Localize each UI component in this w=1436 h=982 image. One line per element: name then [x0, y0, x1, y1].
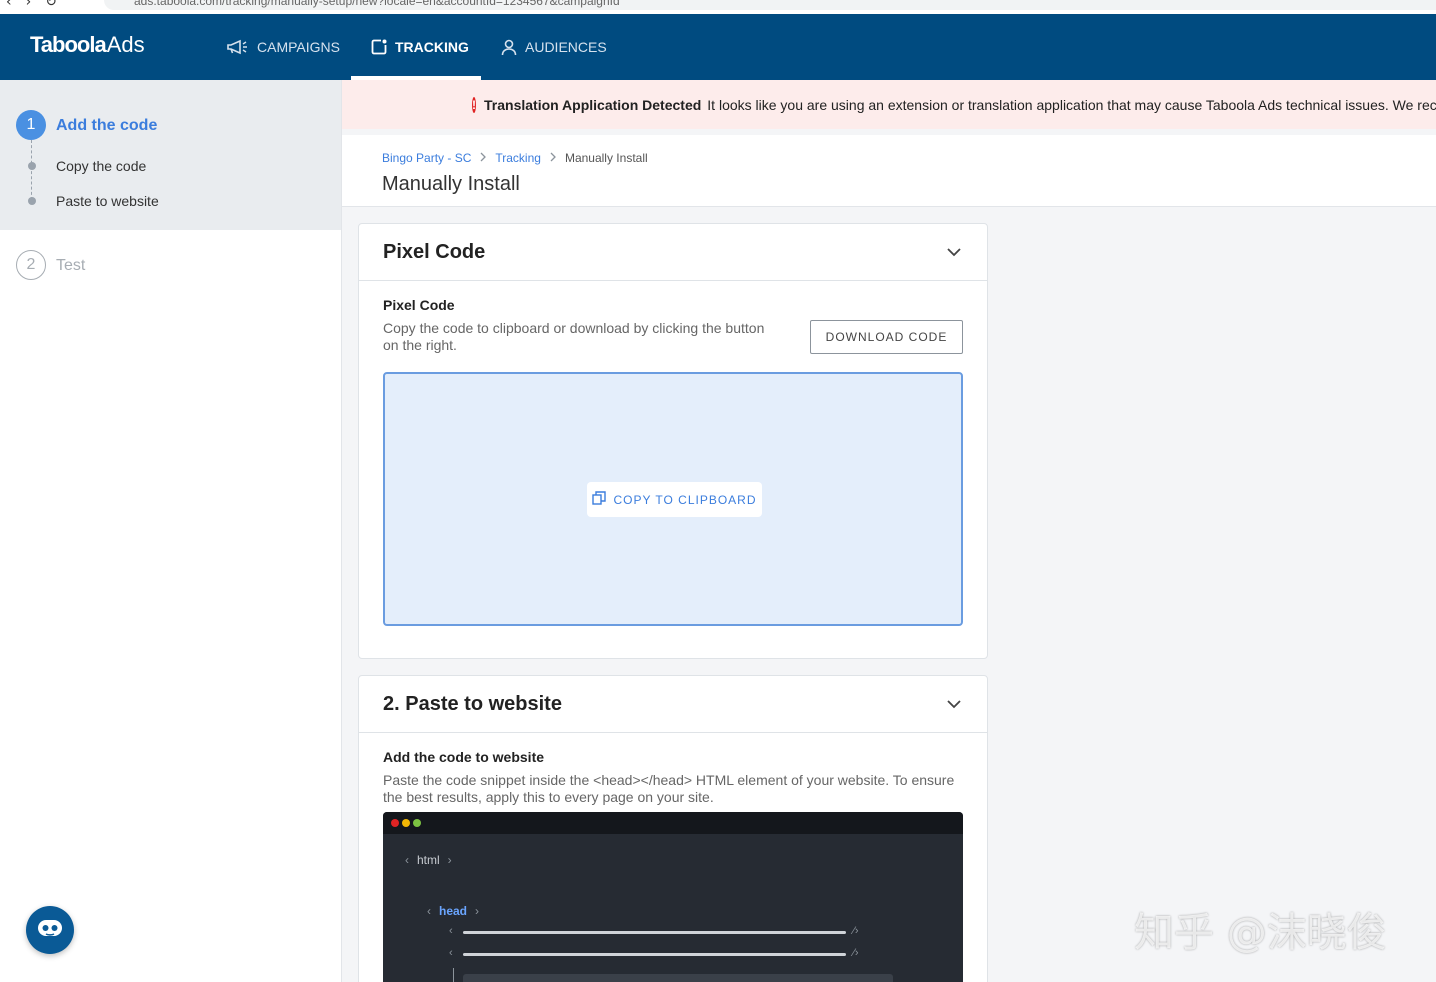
breadcrumb-account[interactable]: Bingo Party - SC [382, 151, 471, 165]
copy-label: COPY TO CLIPBOARD [613, 492, 757, 507]
step-2-number: 2 [16, 250, 46, 280]
logo-suffix: Ads [106, 32, 145, 57]
taboola-ads-logo[interactable]: TaboolaAds [30, 32, 145, 58]
alert-message: It looks like you are using an extension… [707, 96, 1436, 113]
step-2-title[interactable]: Test [56, 257, 85, 275]
copy-icon [592, 491, 607, 508]
breadcrumb: Bingo Party - SC Tracking Manually Insta… [382, 151, 648, 165]
chat-assistant-button[interactable] [26, 906, 74, 954]
substep-copy-code[interactable]: Copy the code [56, 158, 146, 174]
mock-guide [453, 968, 454, 982]
window-dot-yellow [402, 819, 410, 827]
logo-text: Taboola [30, 32, 107, 57]
code-illustration: ‹ html › ‹ head › ‹ ⁄› ‹ ⁄› [383, 812, 963, 982]
section-description: Copy the code to clipboard or download b… [383, 320, 765, 353]
breadcrumb-tracking[interactable]: Tracking [495, 151, 541, 165]
pixel-code-box[interactable]: COPY TO CLIPBOARD [383, 372, 963, 626]
step-1-number: 1 [16, 110, 46, 140]
browser-nav-icons[interactable]: ‹›↻ [6, 0, 71, 10]
tab-tracking-label: TRACKING [395, 39, 469, 55]
watermark: 知乎 @沫晓俊 [1134, 910, 1387, 956]
tracking-icon [370, 38, 388, 56]
step-connector [31, 140, 32, 200]
chevron-right-icon [549, 151, 557, 165]
tab-campaigns-label: CAMPAIGNS [257, 39, 340, 55]
mock-html-tag: ‹ html › [405, 853, 452, 867]
alert-title: Translation Application Detected [484, 96, 702, 113]
mock-bracket: ‹ [449, 947, 453, 959]
megaphone-icon [226, 39, 250, 55]
mock-code-line [463, 953, 846, 956]
error-icon: ! [472, 96, 476, 113]
section-label: Pixel Code [383, 297, 455, 313]
pixel-code-card: Pixel Code Pixel Code Copy the code to c… [358, 223, 988, 659]
main-content: ! Translation Application Detected It lo… [342, 80, 1436, 982]
window-dot-red [391, 819, 399, 827]
mock-bracket: ‹ [449, 925, 453, 937]
substep-dot [28, 162, 36, 170]
html-tag-name: html [417, 853, 440, 867]
mock-close-bracket: ⁄› [853, 947, 859, 959]
section-label: Add the code to website [383, 749, 545, 765]
chevron-down-icon[interactable] [945, 243, 963, 261]
mock-pixel-block [463, 974, 893, 982]
paste-to-website-card: 2. Paste to website Add the code to webs… [358, 675, 988, 982]
mock-code-line [463, 931, 846, 934]
card-title: 2. Paste to website [383, 692, 562, 715]
step-1-title: Add the code [56, 117, 158, 134]
address-bar[interactable]: ads.taboola.com/tracking/manually-setup/… [104, 0, 1436, 10]
steps-sidebar: 1 Add the code Copy the code Paste to we… [0, 80, 342, 982]
section-description: Paste the code snippet inside the <head>… [383, 772, 955, 805]
mock-head-tag: ‹ head › [427, 904, 480, 918]
person-icon [500, 38, 518, 56]
step-add-code[interactable]: 1 Add the code Copy the code Paste to we… [0, 80, 341, 230]
chevron-right-icon [479, 151, 487, 165]
substep-dot [28, 197, 36, 205]
download-code-button[interactable]: DOWNLOAD CODE [810, 320, 963, 354]
window-dot-green [413, 819, 421, 827]
tab-audiences[interactable]: AUDIENCES [500, 14, 607, 80]
tab-campaigns[interactable]: CAMPAIGNS [226, 14, 340, 80]
breadcrumb-current: Manually Install [564, 151, 648, 165]
tab-audiences-label: AUDIENCES [525, 39, 607, 55]
mock-titlebar [383, 812, 963, 834]
mock-close-bracket: ⁄› [853, 925, 859, 937]
card-title: Pixel Code [383, 240, 486, 263]
copy-to-clipboard-button[interactable]: COPY TO CLIPBOARD [587, 482, 762, 517]
head-tag-name: head [439, 904, 468, 918]
chevron-down-icon[interactable] [945, 695, 963, 713]
tab-tracking[interactable]: TRACKING [351, 14, 481, 80]
browser-strip: ‹›↻ ads.taboola.com/tracking/manually-se… [0, 0, 1436, 14]
top-navbar: TaboolaAds CAMPAIGNS TRACKING AUDIENCES [0, 14, 1436, 80]
page-title: Manually Install [382, 173, 520, 195]
chat-bot-icon [37, 917, 63, 944]
paste-card-header[interactable]: 2. Paste to website [359, 676, 987, 733]
translation-alert-banner: ! Translation Application Detected It lo… [342, 80, 1436, 129]
substep-paste-website[interactable]: Paste to website [56, 193, 159, 209]
page-header: Bingo Party - SC Tracking Manually Insta… [342, 135, 1436, 207]
pixel-code-card-header[interactable]: Pixel Code [359, 224, 987, 281]
